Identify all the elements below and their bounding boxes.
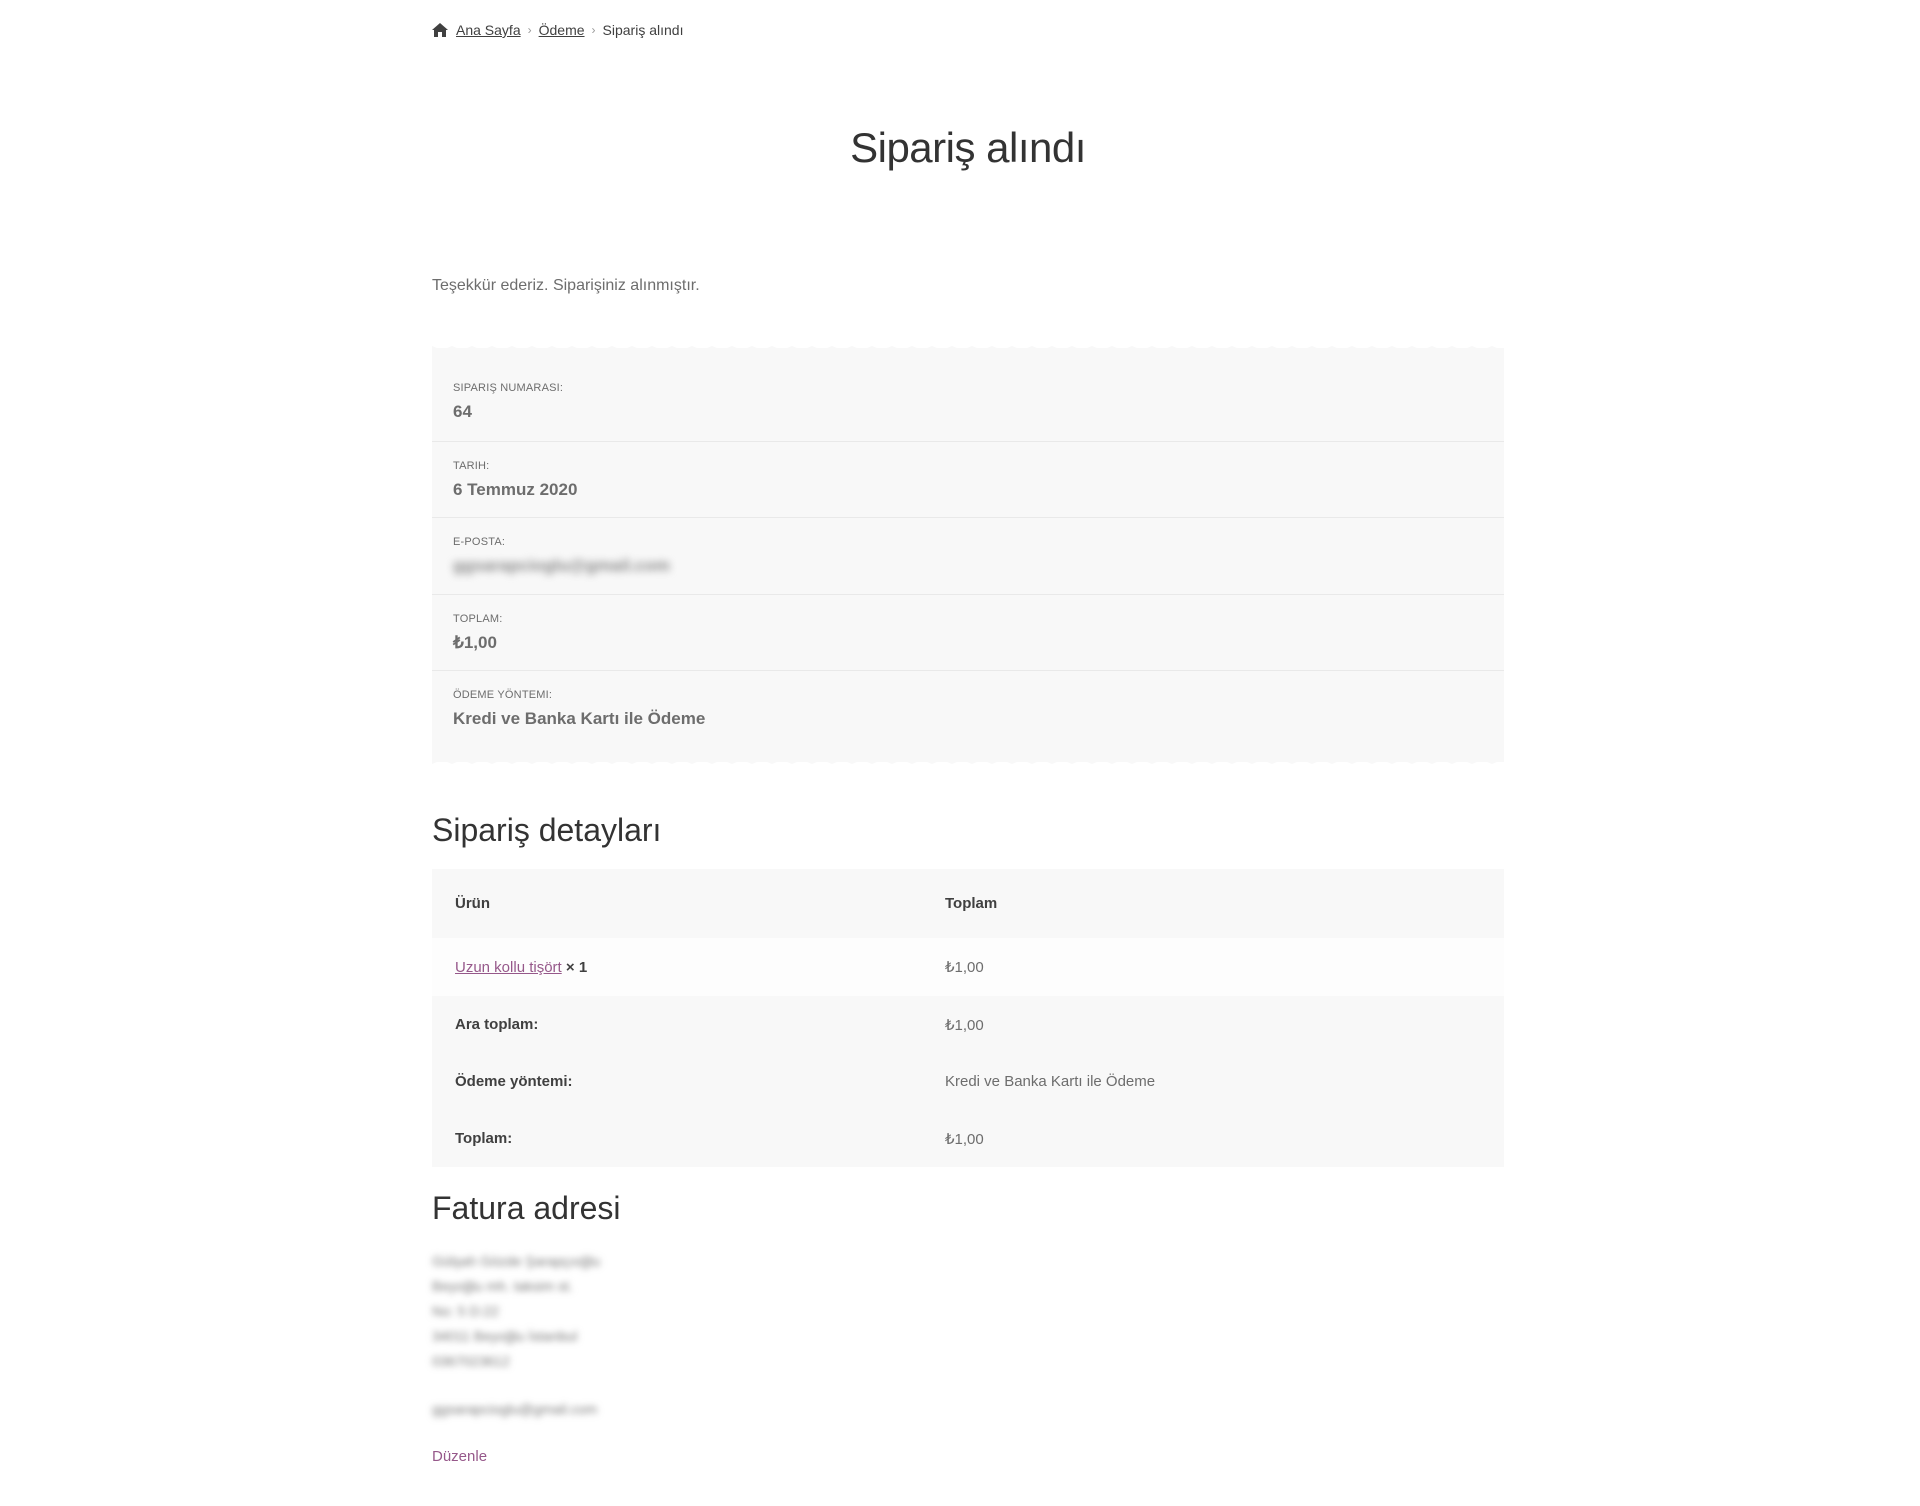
table-header-row: Ürün Toplam [432, 869, 1504, 938]
breadcrumb-checkout-link[interactable]: Ödeme [539, 22, 585, 38]
order-email-value: ggsarapcioglu@gmail.com [453, 556, 670, 575]
table-footer-row: Ara toplam: ₺1,00 [432, 996, 1504, 1053]
billing-address: Gülşah Gözde Şarapçıoğlu Beyoğlu mh. tak… [432, 1249, 600, 1422]
breadcrumb-home-link[interactable]: Ana Sayfa [456, 22, 521, 38]
billing-name: Gülşah Gözde Şarapçıoğlu [432, 1253, 601, 1269]
product-quantity: × 1 [565, 958, 588, 976]
breadcrumb-current: Sipariş alındı [602, 22, 684, 38]
breadcrumb: Ana Sayfa › Ödeme › Sipariş alındı [432, 22, 683, 38]
order-date-value: 6 Temmuz 2020 [453, 480, 578, 499]
billing-street-2: No: 5 D:22 [432, 1303, 499, 1319]
total-label: Toplam: [455, 1130, 513, 1147]
home-icon [432, 23, 448, 37]
billing-address-heading: Fatura adresi [432, 1190, 621, 1226]
payment-method-value: Kredi ve Banka Kartı ile Ödeme [453, 709, 706, 728]
total-value: ₺1,00 [945, 1130, 984, 1148]
order-number-value: 64 [453, 402, 472, 421]
overview-payment-method: Ödeme yöntemi: Kredi ve Banka Kartı ile … [432, 671, 1504, 762]
payment-method-cell: Kredi ve Banka Kartı ile Ödeme [945, 1073, 1156, 1090]
product-link[interactable]: Uzun kollu tişört [455, 959, 562, 976]
product-total-cell: ₺1,00 [945, 959, 984, 976]
product-cell: Uzun kollu tişört × 1 [432, 938, 922, 996]
billing-phone: 0367023612 [432, 1353, 510, 1369]
order-details-heading: Sipariş detayları [432, 812, 662, 848]
table-footer-row: Toplam: ₺1,00 [432, 1110, 1504, 1167]
chevron-right-icon: › [591, 23, 596, 37]
overview-label: Ödeme yöntemi: [453, 689, 553, 701]
subtotal-value: ₺1,00 [945, 1016, 984, 1034]
thank-you-message: Teşekkür ederiz. Siparişiniz alınmıştır. [432, 277, 700, 294]
payment-method-label: Ödeme yöntemi: [455, 1073, 573, 1090]
column-header-product: Ürün [455, 895, 490, 912]
order-total-value: ₺1,00 [453, 633, 497, 652]
order-overview: Sipariş numarası: 64 Tarih: 6 Temmuz 202… [432, 346, 1504, 764]
overview-label: Sipariş numarası: [453, 382, 564, 394]
overview-order-number: Sipariş numarası: 64 [432, 348, 1504, 442]
address-spacer [432, 1374, 600, 1397]
overview-total: Toplam: ₺1,00 [432, 595, 1504, 671]
table-footer-row: Ödeme yöntemi: Kredi ve Banka Kartı ile … [432, 1053, 1504, 1110]
chevron-right-icon: › [527, 23, 532, 37]
order-details-table: Ürün Toplam Uzun kollu tişört × 1 ₺1,00 … [432, 869, 1504, 1167]
edit-address-link[interactable]: Düzenle [432, 1448, 487, 1465]
overview-email: E-posta: ggsarapcioglu@gmail.com [432, 518, 1504, 595]
billing-email: ggsarapcioglu@gmail.com [432, 1401, 598, 1417]
overview-label: Tarih: [453, 460, 490, 472]
overview-label: E-posta: [453, 536, 506, 548]
billing-street: Beyoğlu mh. taksim st. [432, 1278, 573, 1294]
zigzag-edge-bottom [432, 758, 1504, 764]
overview-date: Tarih: 6 Temmuz 2020 [432, 442, 1504, 518]
page-title: Sipariş alındı [850, 124, 1086, 171]
subtotal-label: Ara toplam: [455, 1016, 539, 1033]
overview-label: Toplam: [453, 613, 503, 625]
billing-city: 34011 Beyoğlu İstanbul [432, 1328, 578, 1344]
table-row: Uzun kollu tişört × 1 ₺1,00 [432, 938, 1504, 996]
column-header-total: Toplam [945, 895, 998, 912]
